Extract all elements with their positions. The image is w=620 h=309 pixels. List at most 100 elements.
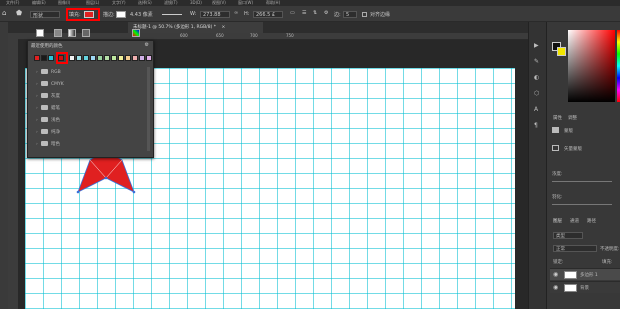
align-edges-checkbox[interactable]	[362, 12, 367, 17]
layer-name: 背景	[580, 286, 589, 291]
text-icon[interactable]: A	[534, 106, 538, 113]
gear-icon[interactable]: ⚙	[324, 10, 328, 16]
swatch-highlight-box	[56, 52, 68, 64]
swatch[interactable]	[76, 55, 82, 61]
menu-3d[interactable]: 3D(D)	[190, 0, 202, 5]
swatch[interactable]	[132, 55, 138, 61]
paragraph-icon[interactable]: ¶	[534, 122, 538, 129]
w-label: W:	[190, 11, 197, 17]
folder-label: 灰度	[51, 94, 60, 99]
h-label: H:	[244, 11, 250, 17]
swatch-popup: 最近使用的颜色 ⚙ › RGB › CMYK › 灰度 › 蜡笔 › 浅色 › 纯净 › 暗色	[27, 29, 154, 158]
ruler-label: 750	[286, 33, 294, 38]
swatch[interactable]	[104, 55, 110, 61]
swatch-folder-pure[interactable]: › 纯净	[36, 127, 146, 138]
swatch-folder-rgb[interactable]: › RGB	[36, 67, 146, 78]
layer-row[interactable]: ◉ 多边形 1	[550, 268, 620, 280]
no-color-icon[interactable]	[36, 29, 44, 37]
home-icon[interactable]: ⌂	[2, 9, 6, 17]
polygon-tool-icon[interactable]: ⬟	[16, 9, 22, 17]
color-picker-icon[interactable]	[132, 29, 140, 37]
blend-mode-select[interactable]: 正常	[553, 245, 597, 252]
folder-label: 浅色	[51, 118, 60, 123]
properties-tab[interactable]: 属性	[553, 115, 562, 121]
swatch[interactable]	[41, 55, 47, 61]
stroke-swatch[interactable]	[116, 11, 126, 18]
path-arrange-icon[interactable]: ⇅	[313, 10, 317, 16]
sides-field[interactable]: 5	[343, 11, 357, 18]
lock-label: 锁定:	[553, 260, 564, 265]
swatch[interactable]	[97, 55, 103, 61]
swatch-folder-light[interactable]: › 浅色	[36, 115, 146, 126]
close-icon[interactable]: ×	[221, 25, 225, 30]
stroke-label: 描边:	[103, 12, 115, 18]
pattern-icon[interactable]	[82, 29, 90, 37]
swatch-folder-dark[interactable]: › 暗色	[36, 139, 146, 150]
swatch[interactable]	[90, 55, 96, 61]
fill-highlight-box	[66, 8, 100, 21]
gradient-icon[interactable]	[68, 29, 76, 37]
width-field[interactable]: 273.88	[200, 11, 230, 18]
background-color[interactable]	[557, 47, 566, 56]
folder-label: 蜡笔	[51, 106, 60, 111]
mask-icon[interactable]	[552, 127, 559, 133]
fill-label: 填充:	[602, 260, 613, 265]
link-icon[interactable]: ∞	[234, 10, 238, 16]
visibility-eye-icon[interactable]: ◉	[553, 284, 558, 291]
tools-panel	[0, 22, 8, 309]
swatch[interactable]	[146, 55, 152, 61]
layer-name: 多边形 1	[580, 273, 598, 278]
ruler-label: 650	[216, 33, 224, 38]
swatch[interactable]	[118, 55, 124, 61]
gear-icon[interactable]: ⚙	[145, 42, 149, 48]
folder-icon	[41, 129, 48, 134]
history-icon[interactable]: ▶	[534, 42, 539, 49]
sides-label: 边:	[334, 12, 341, 18]
swatch[interactable]	[139, 55, 145, 61]
swatch[interactable]	[48, 55, 54, 61]
swatch-folder-gray[interactable]: › 灰度	[36, 91, 146, 102]
feather-slider[interactable]	[552, 204, 612, 205]
vector-mask-label: 矢量蒙版	[564, 147, 582, 152]
color-picker-field[interactable]	[568, 30, 615, 102]
swatch[interactable]	[125, 55, 131, 61]
swatch-folder-pastel[interactable]: › 蜡笔	[36, 103, 146, 114]
anchor-point[interactable]	[132, 190, 136, 194]
layer-row[interactable]: ◉ 背景	[550, 281, 620, 293]
stroke-width-field[interactable]: 4.43 像素	[130, 11, 153, 18]
tool-mode-select[interactable]: 形状	[30, 11, 60, 19]
vertical-ruler	[8, 33, 18, 309]
align-edges-label: 对齐边缘	[370, 12, 391, 18]
cube-icon[interactable]: ⬡	[534, 90, 539, 97]
folder-icon	[41, 93, 48, 98]
paths-tab[interactable]: 路径	[587, 218, 596, 224]
adjust-icon[interactable]: ◐	[534, 74, 539, 81]
density-slider[interactable]	[552, 181, 612, 182]
layers-tab[interactable]: 图层	[553, 218, 562, 224]
swatch[interactable]	[34, 55, 40, 61]
swatch-folder-cmyk[interactable]: › CMYK	[36, 79, 146, 90]
visibility-eye-icon[interactable]: ◉	[553, 271, 558, 278]
swatch[interactable]	[69, 55, 75, 61]
swatch[interactable]	[111, 55, 117, 61]
layer-kind-filter[interactable]: 类型	[553, 232, 583, 239]
panel-icon-bar: ▶ ✎ ◐ ⬡ A ¶	[528, 22, 546, 309]
folder-icon	[41, 141, 48, 146]
vector-mask-icon[interactable]	[552, 145, 559, 151]
anchor-point[interactable]	[104, 176, 108, 180]
adjustments-tab[interactable]: 调整	[568, 115, 577, 121]
path-align-icon[interactable]: ☰	[302, 10, 306, 16]
height-field[interactable]: 266.5 £	[253, 11, 283, 18]
tab-document[interactable]: 未标题-1 @ 50.7% (多边形 1, RGB/8) * ×	[128, 22, 263, 33]
density-label: 浓度:	[552, 172, 563, 177]
swatch[interactable]	[83, 55, 89, 61]
solid-color-icon[interactable]	[54, 29, 62, 37]
anchor-point[interactable]	[76, 190, 80, 194]
brush-icon[interactable]: ✎	[534, 58, 539, 65]
folder-icon	[41, 69, 48, 74]
scrollbar[interactable]	[147, 67, 150, 151]
stroke-type-dropdown[interactable]	[162, 14, 182, 15]
folder-label: 纯净	[51, 130, 60, 135]
channels-tab[interactable]: 通道	[570, 218, 579, 224]
path-ops-icon[interactable]: ▭	[290, 10, 295, 16]
